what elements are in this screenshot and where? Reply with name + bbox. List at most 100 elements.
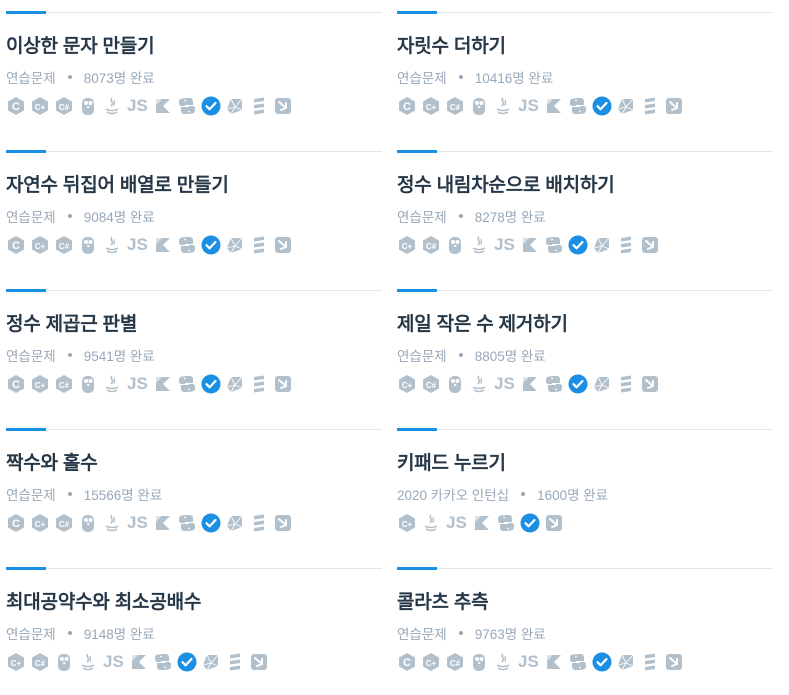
python3-icon (520, 513, 540, 533)
card-title[interactable]: 키패드 누르기 (397, 448, 506, 475)
svg-text:C+: C+ (426, 659, 437, 668)
separator-dot (67, 353, 72, 357)
csharp-icon: C# (421, 374, 441, 394)
swift-icon (249, 652, 269, 672)
card-title[interactable]: 짝수와 홀수 (6, 448, 98, 475)
kotlin-icon (153, 96, 173, 116)
scala-icon (640, 96, 660, 116)
go-icon (78, 513, 98, 533)
svg-text:C+: C+ (35, 242, 46, 251)
svg-text:C#: C# (59, 520, 70, 529)
card-category: 연습문제 (6, 71, 56, 86)
challenge-card[interactable]: 자릿수 더하기 연습문제 10416명 완료 C C+ C# JS (397, 0, 773, 139)
separator-dot (67, 214, 72, 218)
c-icon: C (6, 235, 26, 255)
language-list: C C+ C# JS (6, 512, 293, 534)
card-meta: 2020 카카오 인턴십 1600명 완료 (397, 484, 608, 504)
card-category: 연습문제 (6, 349, 56, 364)
svg-text:C#: C# (426, 242, 437, 251)
go-icon (445, 374, 465, 394)
card-meta: 연습문제 9763명 완료 (397, 623, 546, 643)
completed-count: 8278명 완료 (474, 210, 546, 225)
completed-count: 10416명 완료 (474, 71, 554, 86)
cpp-icon: C+ (421, 652, 441, 672)
swift-icon (273, 374, 293, 394)
card-title[interactable]: 자릿수 더하기 (397, 31, 506, 58)
separator-dot (521, 492, 526, 496)
card-divider (397, 429, 773, 430)
svg-text:C#: C# (35, 659, 46, 668)
card-divider (397, 151, 773, 152)
ruby-icon (225, 235, 245, 255)
swift-icon (664, 652, 684, 672)
completed-count: 9084명 완료 (83, 210, 155, 225)
python3-icon (177, 652, 197, 672)
card-accent-bar (6, 150, 46, 153)
ruby-icon (592, 374, 612, 394)
card-title[interactable]: 콜라츠 추측 (397, 587, 489, 614)
card-title[interactable]: 제일 작은 수 제거하기 (397, 309, 568, 336)
card-title[interactable]: 정수 내림차순으로 배치하기 (397, 170, 615, 197)
challenge-card[interactable]: 키패드 누르기 2020 카카오 인턴십 1600명 완료 C+ JS (397, 417, 773, 556)
challenge-card[interactable]: 최대공약수와 최소공배수 연습문제 9148명 완료 C+ C# JS (6, 556, 382, 695)
card-accent-bar (397, 428, 437, 431)
python-icon (177, 235, 197, 255)
completed-count: 1600명 완료 (537, 488, 609, 503)
challenge-card[interactable]: 제일 작은 수 제거하기 연습문제 8805명 완료 C+ C# JS (397, 278, 773, 417)
swift-icon (273, 235, 293, 255)
csharp-icon: C# (421, 235, 441, 255)
swift-icon (544, 513, 564, 533)
svg-text:C+: C+ (402, 381, 413, 390)
separator-dot (458, 75, 463, 79)
challenge-card[interactable]: 짝수와 홀수 연습문제 15566명 완료 C C+ C# JS (6, 417, 382, 556)
go-icon (78, 96, 98, 116)
completed-count: 15566명 완료 (83, 488, 163, 503)
python-icon (177, 374, 197, 394)
javascript-icon: JS (127, 235, 148, 254)
svg-text:C#: C# (59, 242, 70, 251)
challenge-card[interactable]: 정수 제곱근 판별 연습문제 9541명 완료 C C+ C# JS (6, 278, 382, 417)
card-title[interactable]: 최대공약수와 최소공배수 (6, 587, 201, 614)
challenge-card[interactable]: 이상한 문자 만들기 연습문제 8073명 완료 C C+ C# JS (6, 0, 382, 139)
card-category: 연습문제 (397, 210, 447, 225)
svg-text:C+: C+ (402, 242, 413, 251)
go-icon (445, 235, 465, 255)
csharp-icon: C# (445, 96, 465, 116)
python3-icon (201, 513, 221, 533)
challenge-card[interactable]: 콜라츠 추측연습문제 9763명 완료 C C+ C# JS (397, 556, 773, 695)
card-divider (6, 568, 382, 569)
card-title[interactable]: 정수 제곱근 판별 (6, 309, 137, 336)
cpp-icon: C+ (30, 513, 50, 533)
language-list: C+ C# JS (397, 373, 660, 395)
card-title[interactable]: 자연수 뒤집어 배열로 만들기 (6, 170, 229, 197)
java-icon (493, 96, 513, 116)
go-icon (469, 96, 489, 116)
svg-text:C: C (12, 518, 20, 530)
python3-icon (568, 374, 588, 394)
python3-icon (568, 235, 588, 255)
python-icon (544, 235, 564, 255)
python3-icon (201, 374, 221, 394)
kotlin-icon (153, 374, 173, 394)
separator-dot (458, 353, 463, 357)
python-icon (544, 374, 564, 394)
completed-count: 9763명 완료 (474, 627, 546, 642)
scala-icon (249, 96, 269, 116)
card-meta: 연습문제 15566명 완료 (6, 484, 162, 504)
swift-icon (664, 96, 684, 116)
svg-text:C+: C+ (35, 103, 46, 112)
card-accent-bar (397, 11, 437, 14)
ruby-icon (225, 374, 245, 394)
card-title[interactable]: 이상한 문자 만들기 (6, 31, 155, 58)
challenge-card[interactable]: 자연수 뒤집어 배열로 만들기 연습문제 9084명 완료 C C+ C# JS (6, 139, 382, 278)
challenge-card[interactable]: 정수 내림차순으로 배치하기 연습문제 8278명 완료 C+ C# JS (397, 139, 773, 278)
cpp-icon: C+ (30, 374, 50, 394)
svg-text:C#: C# (450, 103, 461, 112)
separator-dot (458, 214, 463, 218)
card-meta: 연습문제 9541명 완료 (6, 345, 155, 365)
kotlin-icon (153, 235, 173, 255)
c-icon: C (6, 374, 26, 394)
python-icon (177, 96, 197, 116)
language-list: C C+ C# JS (397, 651, 684, 673)
python3-icon (592, 652, 612, 672)
